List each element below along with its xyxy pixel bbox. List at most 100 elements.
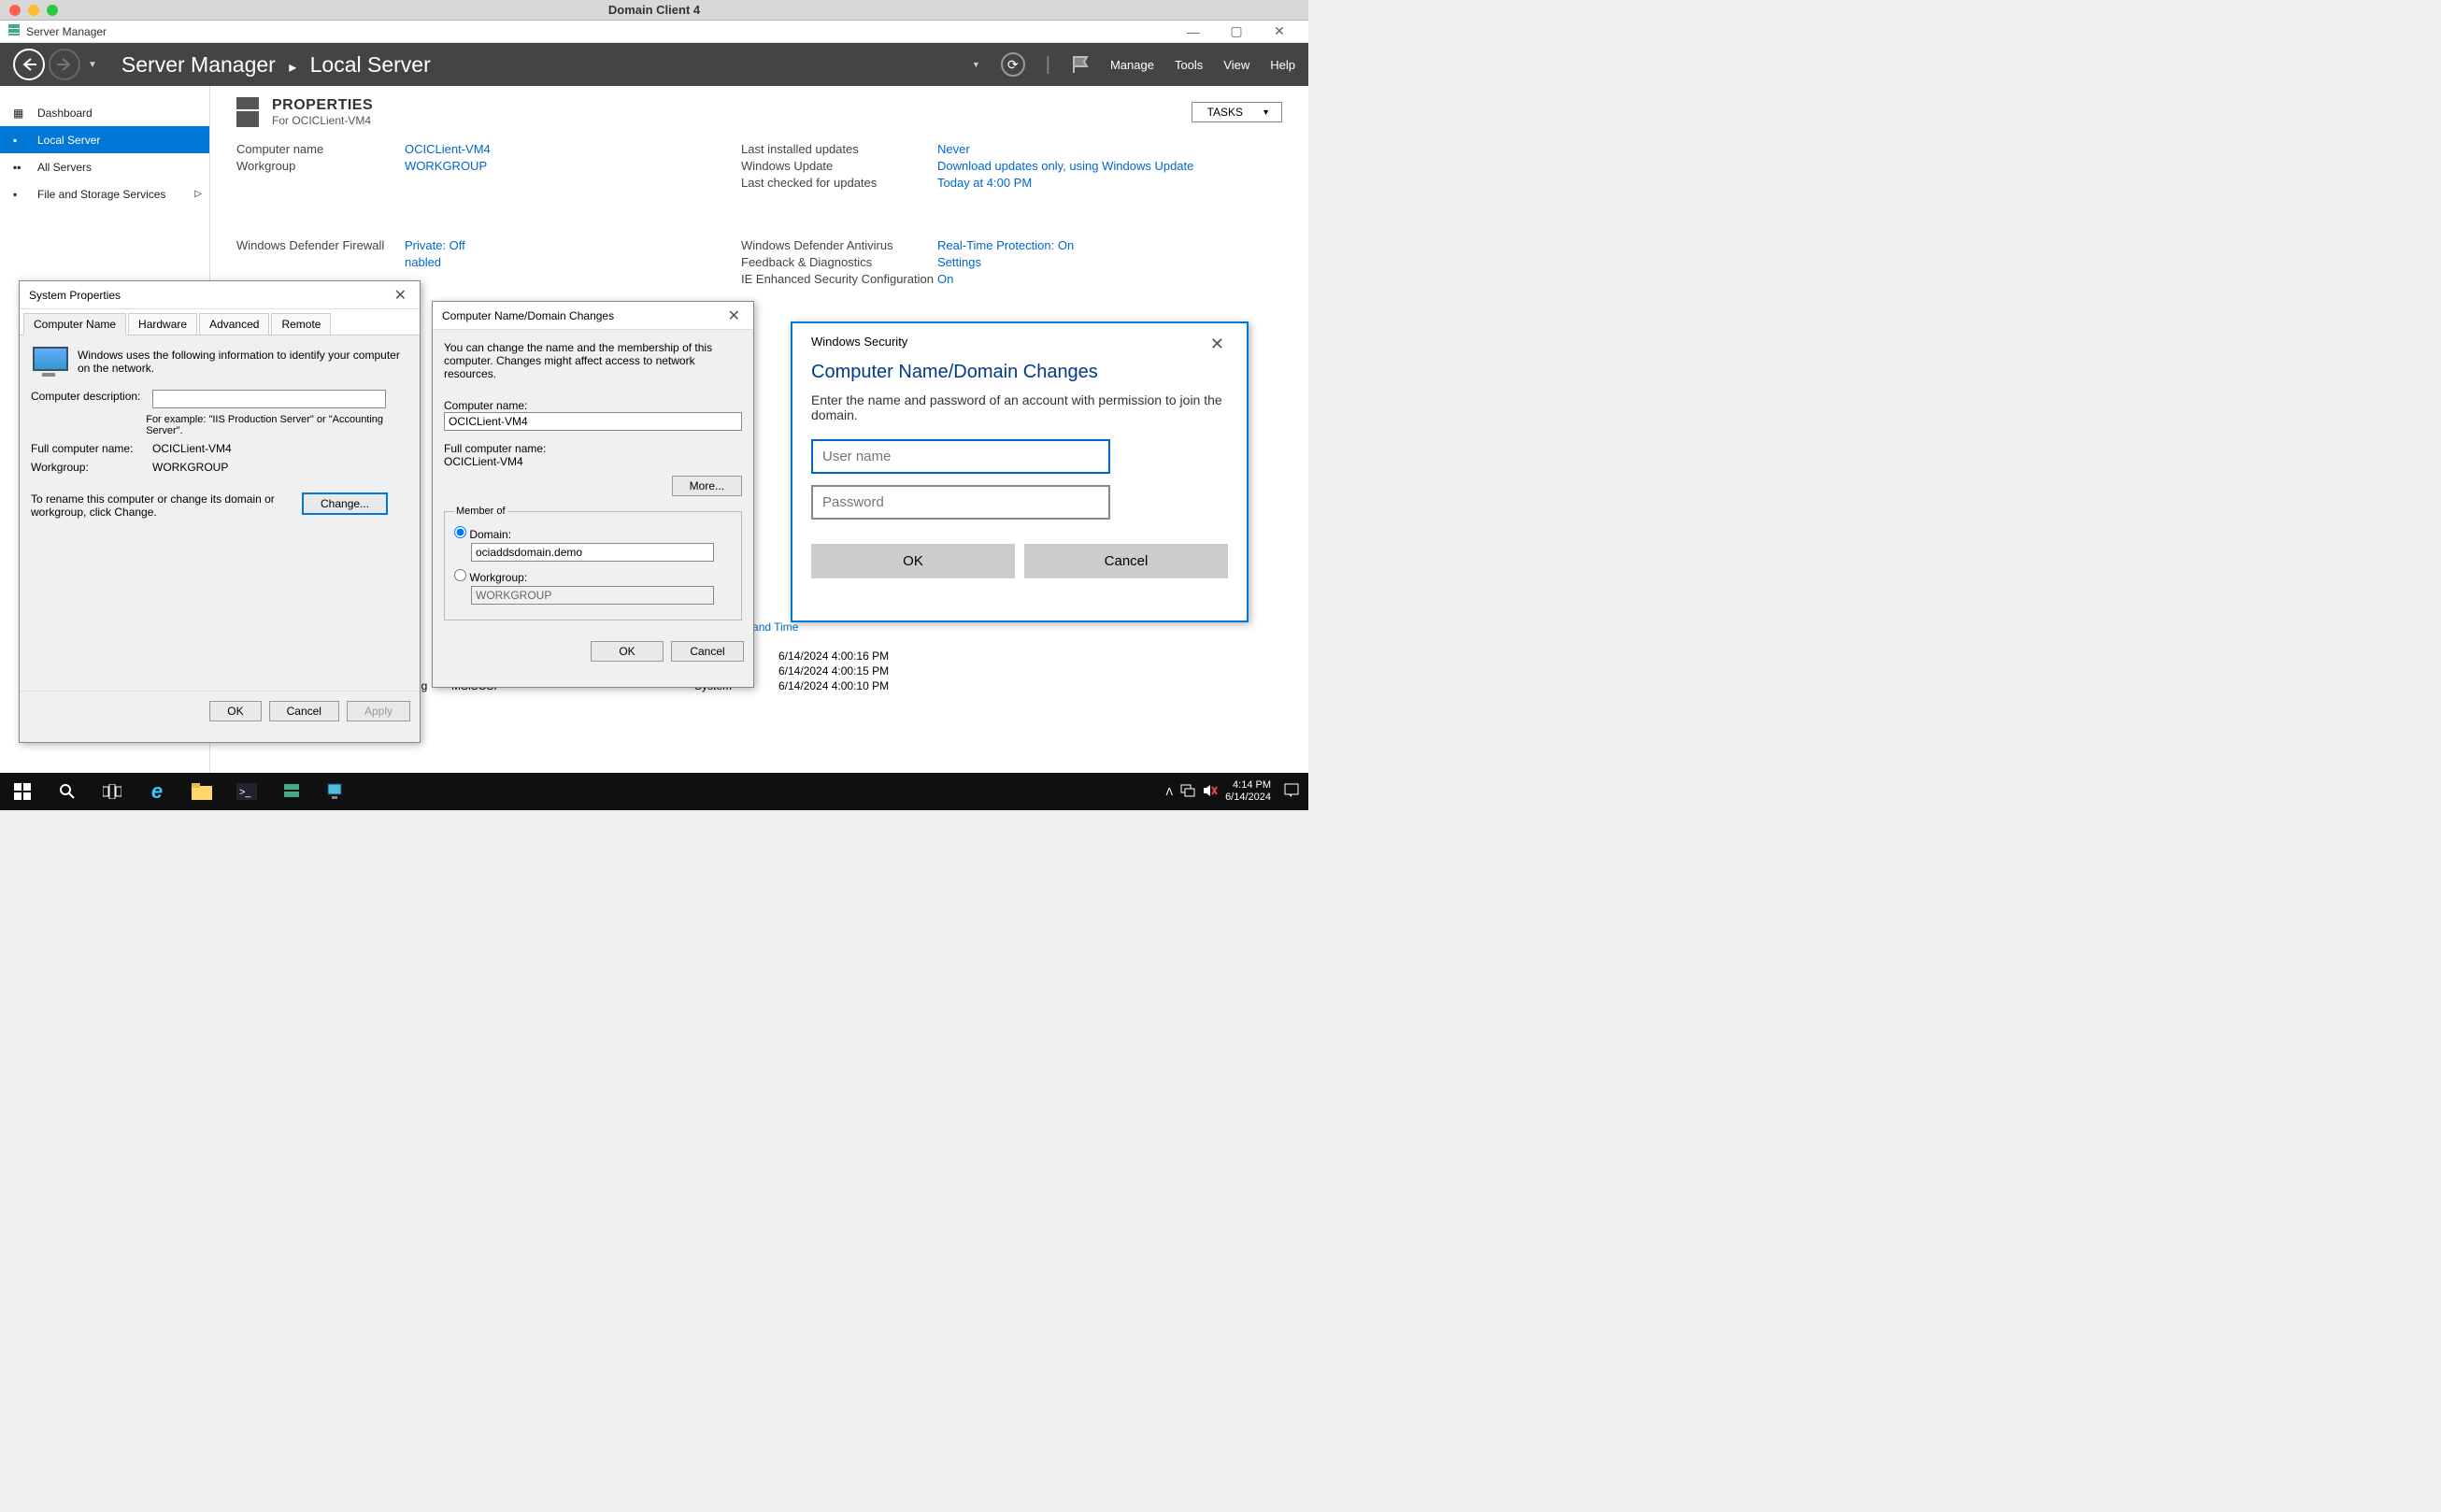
explorer-icon[interactable]: [179, 773, 224, 810]
more-button[interactable]: More...: [672, 476, 742, 496]
workgroup-radio[interactable]: [454, 569, 466, 581]
network-icon[interactable]: [1180, 784, 1195, 800]
breadcrumb-page[interactable]: Local Server: [310, 52, 431, 77]
sidebar-item-local-server[interactable]: ▪ Local Server: [0, 126, 209, 153]
winsec-heading: Computer Name/Domain Changes: [792, 354, 1247, 392]
prop-label: Computer name: [236, 142, 405, 156]
domain-radio-label[interactable]: Domain:: [454, 526, 511, 541]
prop-link-defender[interactable]: Real-Time Protection: On: [937, 238, 1282, 252]
system-properties-dialog: System Properties ✕ Computer Name Hardwa…: [19, 280, 421, 743]
computer-icon: [31, 347, 68, 377]
username-input[interactable]: [811, 439, 1110, 474]
prop-link-computer-name[interactable]: OCICLient-VM4: [405, 142, 741, 156]
close-dot[interactable]: [9, 5, 21, 16]
maximize-button[interactable]: ▢: [1215, 23, 1258, 39]
storage-icon: ▪: [13, 188, 28, 201]
close-button[interactable]: ✕: [1258, 23, 1301, 39]
minimize-button[interactable]: —: [1172, 24, 1215, 39]
sidebar-item-file-storage[interactable]: ▪ File and Storage Services ▷: [0, 180, 209, 207]
domain-changes-dialog: Computer Name/Domain Changes ✕ You can c…: [432, 301, 754, 688]
prop-link-feedback[interactable]: Settings: [937, 255, 1282, 269]
tab-computer-name[interactable]: Computer Name: [23, 313, 126, 335]
taskbar: e >_ ᐱ 4:14 PM 6/14/2024: [0, 773, 1308, 810]
nav-forward-button[interactable]: [49, 49, 80, 80]
sidebar-item-label: File and Storage Services: [37, 188, 165, 201]
prop-label: IE Enhanced Security Configuration: [741, 272, 937, 286]
notifications-flag-icon[interactable]: [1071, 54, 1090, 75]
prop-link-lastchecked[interactable]: Today at 4:00 PM: [937, 176, 1282, 190]
minimize-dot[interactable]: [28, 5, 39, 16]
domain-input[interactable]: [471, 543, 714, 562]
volume-muted-icon[interactable]: [1203, 784, 1218, 800]
header-bar: ▼ Server Manager ▸ Local Server ▼ ⟳ | Ma…: [0, 43, 1308, 86]
header-divider: |: [1046, 54, 1050, 76]
menu-view[interactable]: View: [1223, 58, 1249, 72]
refresh-button[interactable]: ⟳: [1001, 52, 1025, 77]
zoom-dot[interactable]: [47, 5, 58, 16]
server-manager-icon: [7, 23, 21, 39]
close-icon[interactable]: ✕: [1206, 335, 1228, 354]
change-button[interactable]: Change...: [302, 492, 388, 515]
prop-link-firewall[interactable]: Private: Off: [405, 238, 741, 252]
prop-label: Windows Update: [741, 159, 937, 173]
prop-link-workgroup[interactable]: WORKGROUP: [405, 159, 741, 173]
start-button[interactable]: [0, 773, 45, 810]
tasks-dropdown[interactable]: TASKS: [1192, 102, 1282, 122]
computer-name-input[interactable]: [444, 412, 742, 431]
prop-label: Workgroup: [236, 159, 405, 173]
menu-manage[interactable]: Manage: [1110, 58, 1154, 72]
workgroup-radio-label[interactable]: Workgroup:: [454, 569, 527, 584]
prop-link-frag[interactable]: nabled: [405, 255, 741, 269]
tab-hardware[interactable]: Hardware: [128, 313, 197, 335]
prop-link-winupdate[interactable]: Download updates only, using Windows Upd…: [937, 159, 1282, 173]
dialog-title: Computer Name/Domain Changes: [442, 309, 614, 322]
prop-label: Last checked for updates: [741, 176, 937, 190]
powershell-icon[interactable]: >_: [224, 773, 269, 810]
mac-window-title: Domain Client 4: [0, 3, 1308, 17]
tray-chevron-icon[interactable]: ᐱ: [1166, 786, 1174, 798]
system-properties-taskbar-icon[interactable]: [314, 773, 359, 810]
cancel-button[interactable]: Cancel: [1024, 544, 1228, 578]
close-icon[interactable]: ✕: [724, 307, 744, 325]
task-view-icon[interactable]: [90, 773, 135, 810]
tab-advanced[interactable]: Advanced: [199, 313, 269, 335]
desc-label: Computer description:: [31, 390, 152, 403]
full-name-label: Full computer name:: [444, 442, 742, 455]
prop-link-updates[interactable]: Never: [937, 142, 1282, 156]
close-icon[interactable]: ✕: [391, 286, 410, 305]
dialog-title: Windows Security: [811, 335, 907, 354]
cancel-button[interactable]: Cancel: [269, 701, 339, 721]
properties-subtitle: For OCICLient-VM4: [272, 114, 373, 127]
menu-help[interactable]: Help: [1270, 58, 1295, 72]
nav-back-button[interactable]: [13, 49, 45, 80]
ok-button[interactable]: OK: [209, 701, 261, 721]
ok-button[interactable]: OK: [811, 544, 1015, 578]
header-pre-dropdown[interactable]: ▼: [972, 60, 980, 69]
breadcrumb-app[interactable]: Server Manager: [121, 52, 276, 77]
sysprops-intro: Windows uses the following information t…: [78, 347, 408, 377]
password-input[interactable]: [811, 485, 1110, 520]
sidebar-item-all-servers[interactable]: ▪▪ All Servers: [0, 153, 209, 180]
ok-button[interactable]: OK: [591, 641, 664, 662]
search-icon[interactable]: [45, 773, 90, 810]
app-titlebar: Server Manager — ▢ ✕: [0, 21, 1308, 43]
servers-icon: ▪▪: [13, 161, 28, 174]
prop-link-iesec[interactable]: On: [937, 272, 1282, 286]
clock[interactable]: 4:14 PM 6/14/2024: [1225, 779, 1271, 804]
menu-tools[interactable]: Tools: [1175, 58, 1203, 72]
nav-history-dropdown[interactable]: ▼: [88, 60, 97, 70]
computer-description-input[interactable]: [152, 390, 386, 408]
notifications-icon[interactable]: [1278, 783, 1305, 801]
winsec-message: Enter the name and password of an accoun…: [811, 392, 1228, 422]
tab-remote[interactable]: Remote: [271, 313, 331, 335]
workgroup-label: Workgroup:: [31, 461, 152, 474]
sidebar-item-label: All Servers: [37, 161, 92, 174]
cancel-button[interactable]: Cancel: [671, 641, 744, 662]
ie-icon[interactable]: e: [135, 773, 179, 810]
apply-button[interactable]: Apply: [347, 701, 410, 721]
server-manager-taskbar-icon[interactable]: [269, 773, 314, 810]
prop-label: Last installed updates: [741, 142, 937, 156]
chevron-right-icon: ▷: [194, 189, 202, 199]
domain-radio[interactable]: [454, 526, 466, 538]
sidebar-item-dashboard[interactable]: ▦ Dashboard: [0, 99, 209, 126]
